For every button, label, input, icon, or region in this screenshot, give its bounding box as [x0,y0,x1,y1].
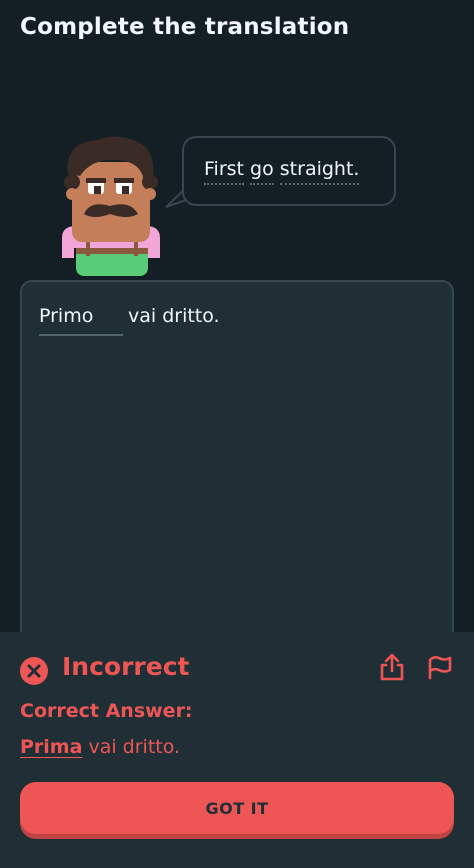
character-illustration [62,136,160,276]
correct-answer-rest: vai dritto. [82,736,181,758]
correct-answer-fix: Prima [20,736,83,758]
correct-answer-label: Correct Answer: [20,700,193,722]
prompt-word[interactable]: First [204,158,244,185]
sentence-remainder: vai dritto. [128,305,220,327]
prompt-sentence: First go straight. [204,158,360,185]
speech-bubble: First go straight. [182,136,396,206]
share-icon[interactable] [378,652,406,682]
page-title: Complete the translation [20,14,350,40]
translation-card: Primo vai dritto. [20,280,454,660]
answer-input[interactable]: Primo [39,302,123,336]
got-it-button[interactable]: GOT IT [20,782,454,834]
feedback-status: Incorrect [62,652,190,681]
close-circle-icon [20,657,48,685]
feedback-panel: Incorrect Correct Answer: Prima vai drit… [0,632,474,868]
prompt-word[interactable]: go [250,158,274,185]
prompt-word[interactable]: straight. [279,158,360,185]
correct-answer-text: Prima vai dritto. [20,736,180,758]
flag-icon[interactable] [426,652,454,682]
